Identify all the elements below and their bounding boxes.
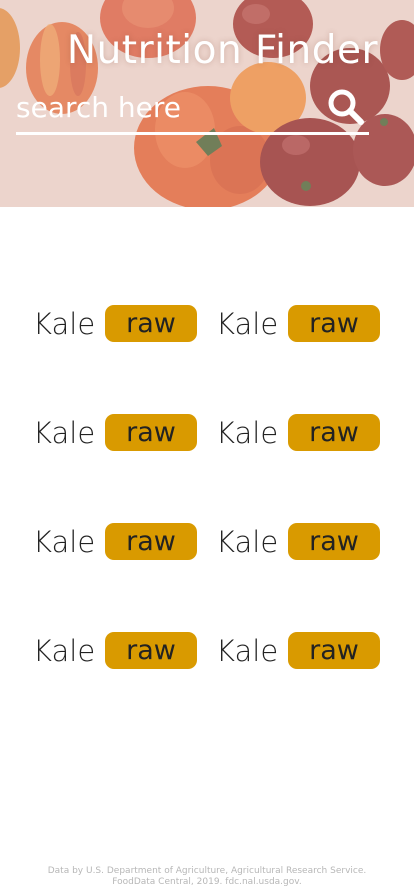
food-name: Kale	[216, 524, 279, 559]
food-tag: raw	[288, 305, 380, 342]
food-item[interactable]: Kale raw	[33, 414, 216, 451]
search-button[interactable]	[327, 88, 365, 126]
food-item[interactable]: Kale raw	[216, 414, 393, 451]
food-tag: raw	[105, 523, 197, 560]
food-name: Kale	[33, 524, 96, 559]
food-item[interactable]: Kale raw	[33, 632, 216, 669]
food-tag: raw	[105, 414, 197, 451]
food-name: Kale	[33, 415, 96, 450]
food-tag: raw	[288, 632, 380, 669]
food-name: Kale	[216, 415, 279, 450]
attribution-line-2: FoodData Central, 2019. fdc.nal.usda.gov…	[112, 877, 302, 887]
hero-banner: Nutrition Finder	[0, 0, 414, 207]
food-item[interactable]: Kale raw	[216, 523, 393, 560]
food-item[interactable]: Kale raw	[33, 523, 216, 560]
food-results-grid: Kale raw Kale raw Kale raw Kale raw Kale…	[33, 305, 393, 669]
food-tag: raw	[105, 305, 197, 342]
food-name: Kale	[216, 306, 279, 341]
food-tag: raw	[288, 414, 380, 451]
food-item[interactable]: Kale raw	[216, 305, 393, 342]
attribution-line-1: Data by U.S. Department of Agriculture, …	[47, 866, 367, 876]
data-attribution-footer: Data by U.S. Department of Agriculture, …	[30, 866, 384, 888]
search-icon	[328, 89, 364, 125]
search-input[interactable]	[16, 84, 316, 130]
food-tag: raw	[288, 523, 380, 560]
food-tag: raw	[105, 632, 197, 669]
food-item[interactable]: Kale raw	[216, 632, 393, 669]
food-name: Kale	[33, 306, 96, 341]
search-bar	[16, 84, 369, 135]
food-name: Kale	[33, 633, 96, 668]
app-title: Nutrition Finder	[66, 28, 378, 73]
food-item[interactable]: Kale raw	[33, 305, 216, 342]
food-name: Kale	[216, 633, 279, 668]
